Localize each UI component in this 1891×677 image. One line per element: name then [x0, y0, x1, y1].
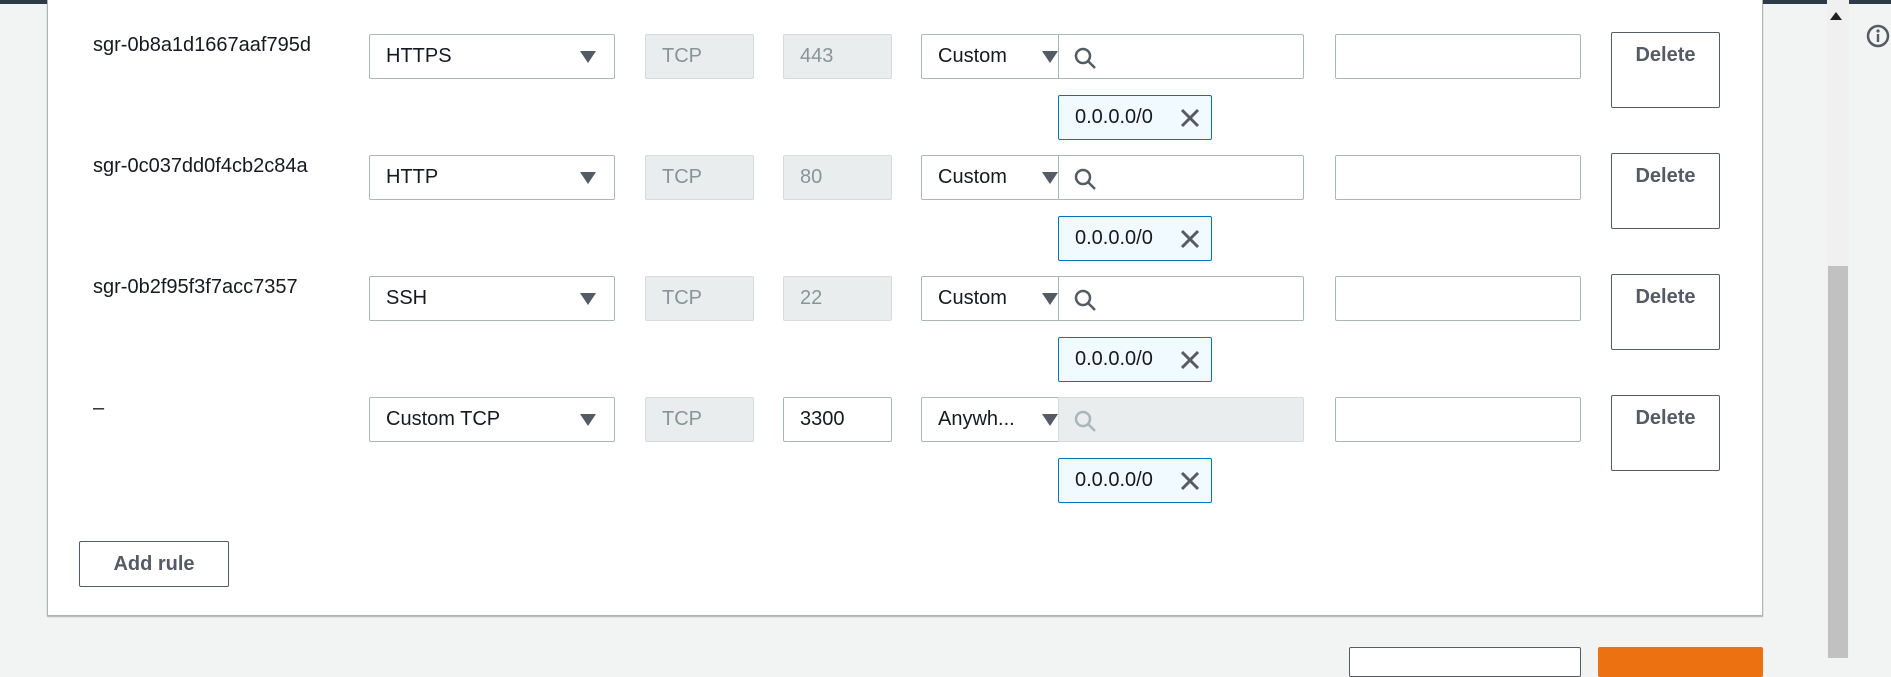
- source-search-input[interactable]: [1058, 34, 1304, 79]
- delete-button[interactable]: Delete: [1611, 274, 1720, 350]
- search-icon: [1074, 47, 1096, 69]
- cidr-token-label: 0.0.0.0/0: [1075, 106, 1153, 128]
- rule-row: sgr-0b2f95f3f7acc7357 SSH TCP 22 Custom …: [48, 274, 1762, 398]
- port-range-input[interactable]: 3300: [783, 397, 892, 442]
- description-input[interactable]: [1335, 276, 1581, 321]
- source-type-value: Custom: [938, 45, 1007, 67]
- protocol-field: TCP: [645, 276, 754, 321]
- rule-type-value: HTTP: [386, 166, 439, 188]
- description-input[interactable]: [1335, 397, 1581, 442]
- caret-down-icon: [580, 414, 596, 426]
- cidr-token: 0.0.0.0/0: [1058, 216, 1212, 261]
- info-icon[interactable]: [1866, 24, 1890, 48]
- source-type-select[interactable]: Anywh...: [921, 397, 1067, 442]
- source-search-input: [1058, 397, 1304, 442]
- rule-id: –: [93, 397, 105, 419]
- port-range-field: 443: [783, 34, 892, 79]
- rule-type-select[interactable]: SSH: [369, 276, 615, 321]
- rule-type-select[interactable]: Custom TCP: [369, 397, 615, 442]
- delete-button[interactable]: Delete: [1611, 395, 1720, 471]
- scroll-up-arrow-icon[interactable]: [1830, 12, 1842, 20]
- caret-down-icon: [1042, 293, 1058, 305]
- close-icon[interactable]: [1179, 107, 1201, 129]
- caret-down-icon: [580, 293, 596, 305]
- rule-row: sgr-0c037dd0f4cb2c84a HTTP TCP 80 Custom…: [48, 153, 1762, 277]
- rule-type-value: HTTPS: [386, 45, 452, 67]
- cidr-token-label: 0.0.0.0/0: [1075, 348, 1153, 370]
- source-type-value: Custom: [938, 166, 1007, 188]
- caret-down-icon: [580, 51, 596, 63]
- rule-type-select[interactable]: HTTPS: [369, 34, 615, 79]
- cidr-token: 0.0.0.0/0: [1058, 337, 1212, 382]
- save-rules-button[interactable]: [1598, 647, 1763, 677]
- protocol-field: TCP: [645, 155, 754, 200]
- source-type-value: Anywh...: [938, 408, 1015, 430]
- inbound-rules-panel: sgr-0b8a1d1667aaf795d HTTPS TCP 443 Cust…: [47, 0, 1763, 616]
- search-icon: [1074, 410, 1096, 432]
- cidr-token-label: 0.0.0.0/0: [1075, 227, 1153, 249]
- add-rule-button[interactable]: Add rule: [79, 541, 229, 587]
- port-range-field: 80: [783, 155, 892, 200]
- protocol-field: TCP: [645, 397, 754, 442]
- protocol-field: TCP: [645, 34, 754, 79]
- rule-type-value: Custom TCP: [386, 408, 501, 430]
- rule-type-value: SSH: [386, 287, 428, 309]
- rule-id: sgr-0b2f95f3f7acc7357: [93, 276, 298, 298]
- rule-id: sgr-0c037dd0f4cb2c84a: [93, 155, 308, 177]
- port-range-field: 22: [783, 276, 892, 321]
- rule-row: sgr-0b8a1d1667aaf795d HTTPS TCP 443 Cust…: [48, 32, 1762, 156]
- scrollbar-thumb[interactable]: [1828, 266, 1848, 658]
- source-search-input[interactable]: [1058, 155, 1304, 200]
- caret-down-icon: [1042, 172, 1058, 184]
- cidr-token-label: 0.0.0.0/0: [1075, 469, 1153, 491]
- source-type-select[interactable]: Custom: [921, 34, 1067, 79]
- description-input[interactable]: [1335, 34, 1581, 79]
- description-input[interactable]: [1335, 155, 1581, 200]
- search-icon: [1074, 289, 1096, 311]
- source-type-select[interactable]: Custom: [921, 155, 1067, 200]
- caret-down-icon: [1042, 414, 1058, 426]
- rule-id: sgr-0b8a1d1667aaf795d: [93, 34, 311, 56]
- caret-down-icon: [580, 172, 596, 184]
- cidr-token: 0.0.0.0/0: [1058, 95, 1212, 140]
- rule-type-select[interactable]: HTTP: [369, 155, 615, 200]
- cancel-button[interactable]: [1349, 647, 1581, 677]
- delete-button[interactable]: Delete: [1611, 32, 1720, 108]
- search-icon: [1074, 168, 1096, 190]
- close-icon[interactable]: [1179, 228, 1201, 250]
- close-icon[interactable]: [1179, 349, 1201, 371]
- caret-down-icon: [1042, 51, 1058, 63]
- cidr-token: 0.0.0.0/0: [1058, 458, 1212, 503]
- source-search-input[interactable]: [1058, 276, 1304, 321]
- close-icon[interactable]: [1179, 470, 1201, 492]
- delete-button[interactable]: Delete: [1611, 153, 1720, 229]
- rule-row: – Custom TCP TCP 3300 Anywh... 0.0.0.0/0…: [48, 395, 1762, 519]
- source-type-value: Custom: [938, 287, 1007, 309]
- source-type-select[interactable]: Custom: [921, 276, 1067, 321]
